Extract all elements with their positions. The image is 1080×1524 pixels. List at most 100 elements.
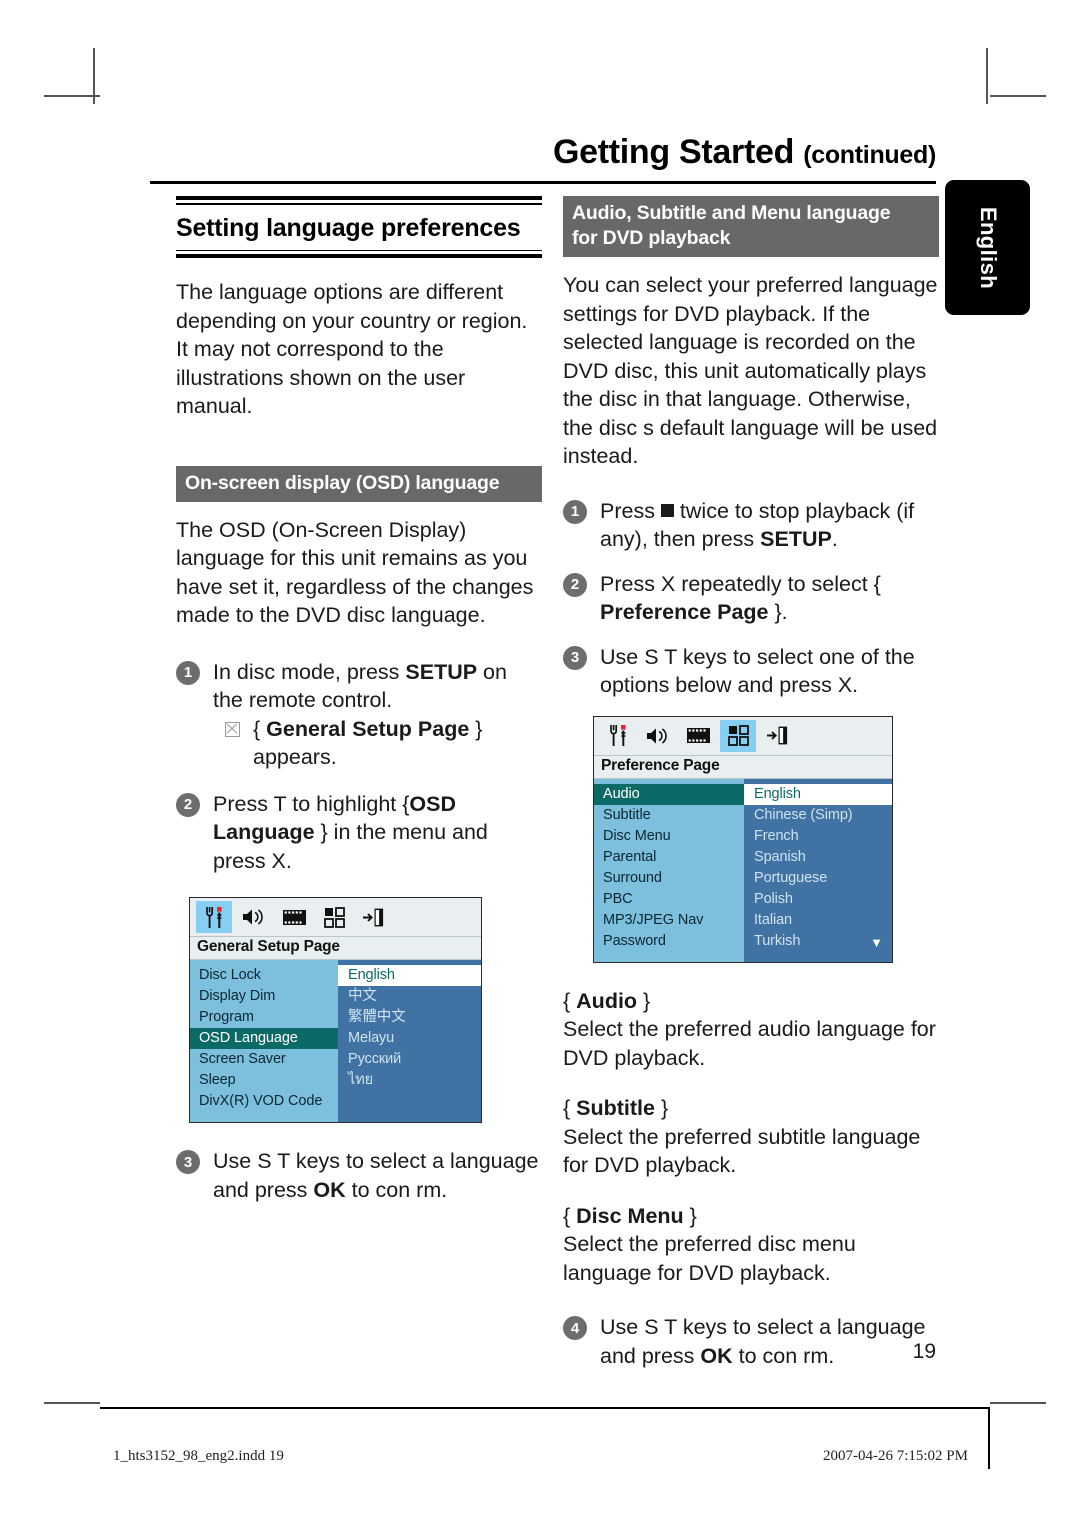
- crop-mark-top-right-h: [990, 95, 1046, 97]
- key-setup: SETUP: [405, 659, 478, 684]
- osd-option[interactable]: Italian: [744, 910, 892, 931]
- osd-menu-item[interactable]: Screen Saver: [190, 1049, 338, 1070]
- language-side-tab: English: [945, 180, 1030, 315]
- osd-option[interactable]: Русский: [338, 1049, 481, 1070]
- setup-tools-icon[interactable]: [600, 720, 636, 752]
- footer-divider: [100, 1407, 990, 1409]
- intro-paragraph: The language options are different depen…: [176, 280, 528, 418]
- option-disc-menu-body: Select the preferred disc menu language …: [563, 1232, 856, 1285]
- general-setup-page-screen: General Setup Page Disc Lock Display Dim…: [189, 897, 482, 1123]
- step-number: 2: [176, 792, 200, 817]
- header-divider: [150, 181, 936, 184]
- heading-line-1: Audio, Subtitle and Menu language: [572, 202, 891, 224]
- crop-mark-top-right-v: [986, 48, 988, 104]
- osd-option[interactable]: ไทย: [338, 1070, 481, 1091]
- right-step-3: 3 Use S T keys to select one of the opti…: [563, 643, 939, 700]
- osd-option[interactable]: Spanish: [744, 847, 892, 868]
- option-subtitle-body: Select the preferred subtitle language f…: [563, 1124, 921, 1178]
- page-number: 19: [912, 1340, 936, 1363]
- osd-menu-item[interactable]: Program: [190, 1007, 338, 1028]
- brace-close: }: [637, 988, 651, 1013]
- speaker-icon[interactable]: [640, 720, 676, 752]
- grid-squares-icon[interactable]: [720, 719, 756, 752]
- brace-open: {: [563, 988, 577, 1013]
- osd-menu-item[interactable]: DivX(R) VOD Code: [190, 1091, 338, 1112]
- page-title-continued: (continued): [803, 141, 936, 169]
- osd-menu-item-highlighted[interactable]: OSD Language: [190, 1028, 338, 1049]
- step-text-cont: }.: [768, 600, 788, 624]
- osd-option[interactable]: 中文: [338, 986, 481, 1007]
- step-number: 1: [176, 660, 200, 685]
- osd-page-title: Preference Page: [594, 755, 892, 779]
- osd-language-paragraph: The OSD (On-Screen Display) language for…: [176, 517, 534, 628]
- speaker-icon[interactable]: [236, 901, 272, 933]
- brace-open: {: [563, 1096, 577, 1120]
- osd-option[interactable]: 繁體中文: [338, 1007, 481, 1028]
- osd-panes: Disc Lock Display Dim Program OSD Langua…: [190, 960, 481, 1122]
- option-disc-menu: { Disc Menu } Select the preferred disc …: [563, 1202, 939, 1288]
- right-column: Audio, Subtitle and Menu language for DV…: [563, 196, 939, 1370]
- crop-mark-bottom-left-h: [44, 1402, 100, 1404]
- left-step-2: 2 Press T to highlight {OSD Language } i…: [176, 790, 542, 876]
- step-number: 1: [563, 499, 587, 524]
- scroll-down-caret-icon[interactable]: ▼: [870, 933, 883, 952]
- step-text: Press: [600, 498, 661, 523]
- crop-mark-bottom-right-h: [990, 1402, 1046, 1404]
- osd-menu-item[interactable]: Disc Lock: [190, 965, 338, 986]
- brace-close: }: [655, 1096, 669, 1120]
- language-side-tab-label: English: [975, 206, 1001, 289]
- option-audio-label: { Audio }: [563, 987, 939, 1016]
- osd-menu-item[interactable]: MP3/JPEG Nav: [594, 910, 744, 931]
- osd-option[interactable]: Chinese (Simp): [744, 805, 892, 826]
- step-number: 2: [563, 572, 587, 597]
- step-text: Press T to highlight {: [213, 791, 410, 816]
- osd-menu-item[interactable]: Disc Menu: [594, 826, 744, 847]
- osd-menu-item-highlighted[interactable]: Audio: [594, 783, 744, 805]
- step-text: Use S T keys to select one of the option…: [600, 644, 915, 698]
- osd-option[interactable]: Portuguese: [744, 868, 892, 889]
- osd-option[interactable]: French: [744, 826, 892, 847]
- osd-menu-item[interactable]: Subtitle: [594, 805, 744, 826]
- footer-vertical-divider: [988, 1407, 990, 1469]
- left-step-1: 1 In disc mode, press SETUP on the remot…: [176, 658, 542, 772]
- osd-menu-list: Disc Lock Display Dim Program OSD Langua…: [190, 960, 338, 1122]
- osd-menu-item[interactable]: Surround: [594, 868, 744, 889]
- exit-door-icon[interactable]: [356, 901, 392, 933]
- step-text-cont: to con rm.: [345, 1177, 448, 1202]
- brace-open: {: [563, 1203, 577, 1228]
- key-ok: OK: [313, 1177, 346, 1202]
- osd-icon-bar: [594, 716, 892, 756]
- osd-menu-item[interactable]: PBC: [594, 889, 744, 910]
- right-step-2: 2 Press X repeatedly to select { Prefere…: [563, 570, 939, 627]
- exit-door-icon[interactable]: [760, 720, 796, 752]
- osd-panes: Audio Subtitle Disc Menu Parental Surrou…: [594, 778, 892, 962]
- setup-tools-icon[interactable]: [196, 901, 232, 933]
- footer-file-name: 1_hts3152_98_eng2.indd 19: [113, 1448, 284, 1464]
- grid-squares-icon[interactable]: [316, 901, 352, 933]
- footer-timestamp: 2007-04-26 7:15:02 PM: [822, 1448, 968, 1464]
- step-number: 4: [563, 1316, 587, 1340]
- osd-menu-item[interactable]: Password: [594, 931, 744, 952]
- step-number: 3: [176, 1150, 200, 1174]
- osd-option[interactable]: Polish: [744, 889, 892, 910]
- osd-option[interactable]: Melayu: [338, 1028, 481, 1049]
- osd-menu-item[interactable]: Display Dim: [190, 986, 338, 1007]
- note-bold: General Setup Page: [266, 716, 470, 741]
- osd-menu-item[interactable]: Sleep: [190, 1070, 338, 1091]
- note-pre: {: [253, 716, 267, 741]
- page-title: Getting Started (continued): [150, 133, 936, 172]
- key-preference-page: Preference Page: [600, 600, 769, 624]
- preference-page-screen: Preference Page Audio Subtitle Disc Menu…: [593, 715, 893, 963]
- left-step-1-note: { General Setup Page } appears.: [213, 715, 542, 772]
- option-subtitle-label: { Subtitle }: [563, 1094, 939, 1123]
- osd-menu-item[interactable]: Parental: [594, 847, 744, 868]
- osd-icon-bar: [190, 898, 481, 937]
- section-title: Setting language preferences: [176, 213, 521, 242]
- film-strip-icon[interactable]: [276, 901, 312, 933]
- osd-option-selected[interactable]: English: [338, 965, 481, 986]
- right-intro-paragraph: You can select your preferred language s…: [563, 273, 938, 468]
- crop-mark-top-left-h: [44, 95, 100, 97]
- audio-subtitle-menu-heading: Audio, Subtitle and Menu language for DV…: [563, 196, 939, 257]
- osd-option-selected[interactable]: English: [744, 783, 892, 805]
- film-strip-icon[interactable]: [680, 720, 716, 752]
